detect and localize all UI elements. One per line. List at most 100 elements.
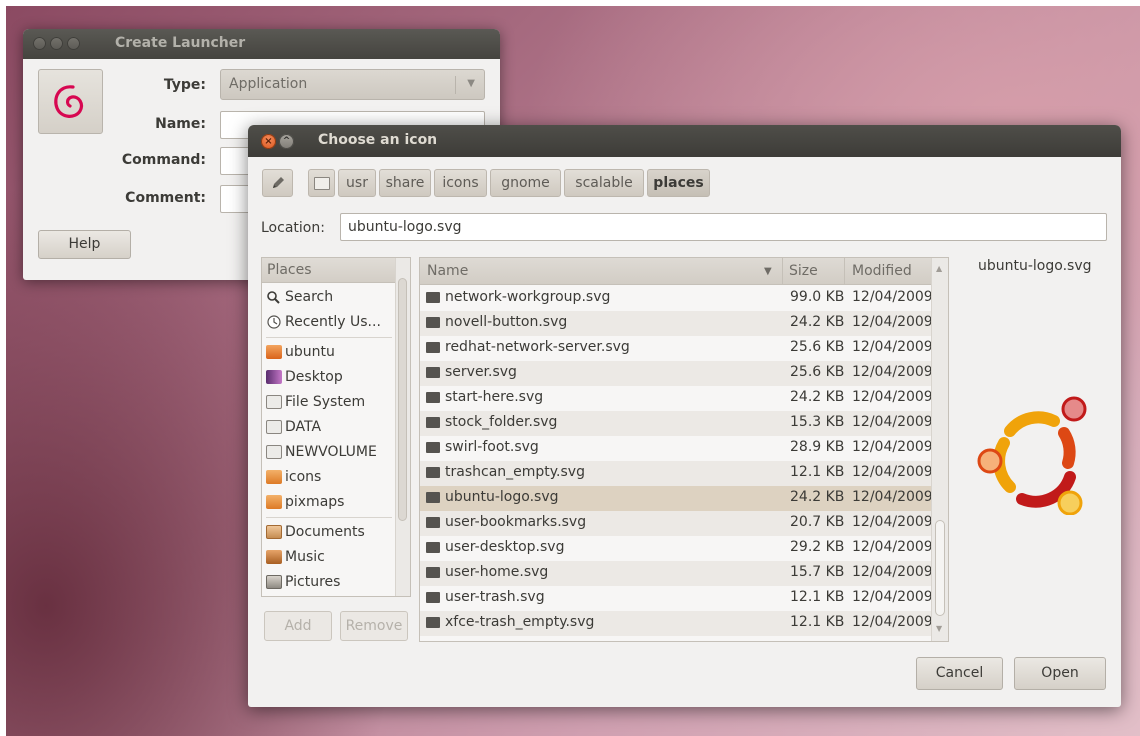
file-row[interactable]: stock_folder.svg 15.3 KB 12/04/2009: [420, 411, 933, 436]
file-name: user-home.svg: [445, 564, 549, 580]
file-size: 12.1 KB: [790, 589, 845, 605]
file-modified: 12/04/2009: [852, 489, 933, 505]
place-label: Desktop: [285, 369, 343, 385]
svg-file-icon: [426, 292, 440, 303]
file-row-selected[interactable]: ubuntu-logo.svg 24.2 KB 12/04/2009: [420, 486, 933, 511]
file-modified: 12/04/2009: [852, 589, 933, 605]
places-scrollbar[interactable]: [395, 258, 410, 596]
place-item-icons[interactable]: icons: [266, 466, 321, 488]
file-row[interactable]: swirl-foot.svg 28.9 KB 12/04/2009: [420, 436, 933, 461]
scroll-down-icon[interactable]: ▼: [936, 624, 942, 633]
file-list-scrollbar[interactable]: ▲ ▼: [931, 258, 948, 641]
crumb-icons[interactable]: icons: [434, 169, 487, 197]
file-list-scrollbar-thumb[interactable]: [935, 520, 945, 616]
file-row[interactable]: user-desktop.svg 29.2 KB 12/04/2009: [420, 536, 933, 561]
file-row[interactable]: start-here.svg 24.2 KB 12/04/2009: [420, 386, 933, 411]
open-button[interactable]: Open: [1014, 657, 1106, 690]
place-item-data[interactable]: DATA: [266, 416, 321, 438]
column-header-name[interactable]: Name: [427, 263, 468, 279]
place-item-ubuntu[interactable]: ubuntu: [266, 341, 335, 363]
file-name: ubuntu-logo.svg: [445, 489, 559, 505]
home-folder-icon: [266, 345, 282, 359]
remove-bookmark-button[interactable]: Remove: [340, 611, 408, 641]
file-row[interactable]: user-trash.svg 12.1 KB 12/04/2009: [420, 586, 933, 611]
pictures-folder-icon: [266, 575, 282, 589]
file-modified: 12/04/2009: [852, 364, 933, 380]
file-row[interactable]: server.svg 25.6 KB 12/04/2009: [420, 361, 933, 386]
location-input[interactable]: ubuntu-logo.svg: [340, 213, 1107, 241]
music-folder-icon: [266, 550, 282, 564]
place-item-music[interactable]: Music: [266, 546, 325, 568]
place-item-newvolume[interactable]: NEWVOLUME: [266, 441, 377, 463]
place-item-pictures[interactable]: Pictures: [266, 571, 340, 593]
file-row[interactable]: user-bookmarks.svg 20.7 KB 12/04/2009: [420, 511, 933, 536]
places-scrollbar-thumb[interactable]: [398, 278, 407, 521]
file-size: 20.7 KB: [790, 514, 845, 530]
crumb-gnome[interactable]: gnome: [490, 169, 561, 197]
type-select[interactable]: Application ▼: [220, 69, 485, 100]
places-divider: [266, 337, 392, 338]
svg-file-icon: [426, 592, 440, 603]
svg-file-icon: [426, 467, 440, 478]
places-divider: [266, 517, 392, 518]
place-item-file-system[interactable]: File System: [266, 391, 365, 413]
svg-file-icon: [426, 317, 440, 328]
minimize-window-icon[interactable]: [50, 37, 63, 50]
minimize-icon[interactable]: ^: [279, 134, 294, 149]
place-item-documents[interactable]: Documents: [266, 521, 365, 543]
close-icon[interactable]: ×: [261, 134, 276, 149]
svg-file-icon: [426, 392, 440, 403]
file-row[interactable]: redhat-network-server.svg 25.6 KB 12/04/…: [420, 336, 933, 361]
location-label: Location:: [261, 220, 325, 236]
cancel-button[interactable]: Cancel: [916, 657, 1003, 690]
place-label: ubuntu: [285, 344, 335, 360]
file-modified: 12/04/2009: [852, 614, 933, 630]
file-row[interactable]: novell-button.svg 24.2 KB 12/04/2009: [420, 311, 933, 336]
crumb-root[interactable]: [308, 169, 335, 197]
place-item-search[interactable]: Search: [266, 286, 333, 308]
file-modified: 12/04/2009: [852, 564, 933, 580]
file-modified: 12/04/2009: [852, 314, 933, 330]
file-name: redhat-network-server.svg: [445, 339, 630, 355]
command-label: Command:: [121, 152, 206, 168]
svg-file-icon: [426, 492, 440, 503]
scroll-up-icon[interactable]: ▲: [936, 264, 942, 273]
crumb-scalable[interactable]: scalable: [564, 169, 644, 197]
help-button[interactable]: Help: [38, 230, 131, 259]
column-header-modified[interactable]: Modified: [852, 263, 912, 279]
file-row[interactable]: user-home.svg 15.7 KB 12/04/2009: [420, 561, 933, 586]
comment-label: Comment:: [125, 190, 206, 206]
file-modified: 12/04/2009: [852, 414, 933, 430]
file-row[interactable]: trashcan_empty.svg 12.1 KB 12/04/2009: [420, 461, 933, 486]
file-modified: 12/04/2009: [852, 439, 933, 455]
file-row[interactable]: network-workgroup.svg 99.0 KB 12/04/2009: [420, 286, 933, 311]
column-header-size[interactable]: Size: [789, 263, 818, 279]
crumb-places[interactable]: places: [647, 169, 710, 197]
launcher-titlebar[interactable]: Create Launcher: [23, 29, 500, 59]
crumb-share[interactable]: share: [379, 169, 431, 197]
place-item-desktop[interactable]: Desktop: [266, 366, 343, 388]
maximize-window-icon[interactable]: [67, 37, 80, 50]
add-bookmark-button[interactable]: Add: [264, 611, 332, 641]
file-list-header: Name ▼ Size Modified: [420, 258, 933, 285]
chevron-down-icon: ▼: [467, 78, 475, 89]
file-size: 12.1 KB: [790, 614, 845, 630]
launcher-title: Create Launcher: [115, 35, 246, 51]
crumb-usr[interactable]: usr: [338, 169, 376, 197]
place-label: NEWVOLUME: [285, 444, 377, 460]
svg-file-icon: [426, 567, 440, 578]
file-name: user-trash.svg: [445, 589, 545, 605]
ubuntu-logo-preview: [977, 396, 1087, 515]
documents-folder-icon: [266, 525, 282, 539]
file-row[interactable]: xfce-trash_empty.svg 12.1 KB 12/04/2009: [420, 611, 933, 636]
place-item-pixmaps[interactable]: pixmaps: [266, 491, 344, 513]
chooser-titlebar[interactable]: × ^ Choose an icon: [248, 125, 1121, 157]
column-divider: [844, 258, 845, 284]
file-size: 29.2 KB: [790, 539, 845, 555]
edit-location-button[interactable]: [262, 169, 293, 197]
close-window-icon[interactable]: [33, 37, 46, 50]
file-size: 15.3 KB: [790, 414, 845, 430]
file-name: trashcan_empty.svg: [445, 464, 585, 480]
place-item-recent[interactable]: Recently Us...: [266, 311, 381, 333]
places-header[interactable]: Places: [262, 258, 396, 283]
